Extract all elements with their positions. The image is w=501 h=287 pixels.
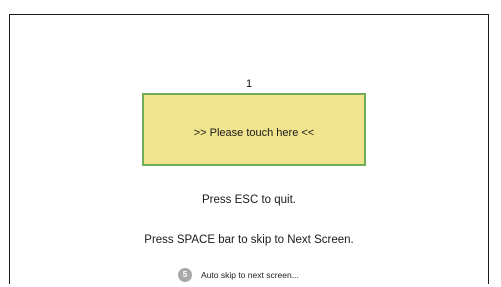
test-screen-frame: 1 >> Please touch here << Press ESC to q… (9, 14, 489, 284)
screen-counter: 1 (245, 78, 253, 90)
auto-skip-indicator: 5 Auto skip to next screen... (178, 268, 299, 282)
touch-target-button[interactable]: >> Please touch here << (142, 93, 366, 166)
esc-instruction: Press ESC to quit. (202, 194, 296, 206)
space-instruction: Press SPACE bar to skip to Next Screen. (144, 234, 354, 246)
countdown-icon: 5 (178, 268, 192, 282)
touch-target-label: >> Please touch here << (193, 126, 315, 139)
auto-skip-label: Auto skip to next screen... (201, 270, 299, 280)
